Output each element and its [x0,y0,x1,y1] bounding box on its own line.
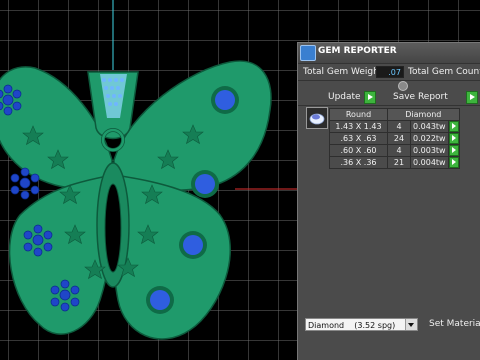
gem-weight: 0.003tw [410,144,449,157]
body-cutout [104,183,122,273]
gem-count: 4 [387,120,411,133]
gem-reporter-icon [300,45,316,61]
gem-weight: 0.022tw [410,132,449,145]
gem-thumbnail[interactable] [306,107,328,129]
column-header-shape: Round [329,108,388,121]
gem-size: 1.43 X 1.43 [329,120,388,133]
update-arrow-icon[interactable] [364,91,376,104]
table-row: 1.43 X 1.43 4 0.043tw [329,120,460,133]
update-button[interactable]: Update [328,91,361,104]
gem-count: 4 [387,144,411,157]
material-select-value: Diamond (3.52 spg) [308,321,396,330]
select-row-arrow-icon[interactable] [448,157,459,168]
expand-icon[interactable] [398,81,408,91]
select-row-arrow-icon[interactable] [448,121,459,132]
round-gem-icon [309,113,325,125]
chevron-down-icon[interactable] [405,319,417,330]
gem-size: .63 X .63 [329,132,388,145]
gem-weight: 0.043tw [410,120,449,133]
total-count-label: Total Gem Count [408,67,480,77]
gem-size: .36 X .36 [329,156,388,169]
table-row: .60 X .60 4 0.003tw [329,144,460,157]
table-row: .36 X .36 21 0.004tw [329,156,460,169]
gem-count: 24 [387,132,411,145]
panel-header[interactable]: GEM REPORTER [298,43,480,64]
right-lower-wing [112,174,231,340]
gem-table: Round Diamond 1.43 X 1.43 4 0.043tw .63 … [329,108,460,169]
total-weight-label: Total Gem Weight [303,67,383,77]
total-weight-value: .07 [376,66,404,78]
panel-title: GEM REPORTER [318,46,397,56]
save-report-arrow-icon[interactable] [466,91,478,104]
select-row-arrow-icon[interactable] [448,145,459,156]
set-material-button[interactable]: Set Material [425,317,480,331]
material-select[interactable]: Diamond (3.52 spg) [305,318,418,331]
table-row: .63 X .63 24 0.022tw [329,132,460,145]
save-report-button[interactable]: Save Report [393,91,448,104]
gem-weight: 0.004tw [410,156,449,169]
select-row-arrow-icon[interactable] [448,133,459,144]
column-header-material: Diamond [387,108,460,121]
gem-size: .60 X .60 [329,144,388,157]
gem-reporter-panel: GEM REPORTER Total Gem Weight .07 Total … [297,42,480,360]
gem-count: 21 [387,156,411,169]
